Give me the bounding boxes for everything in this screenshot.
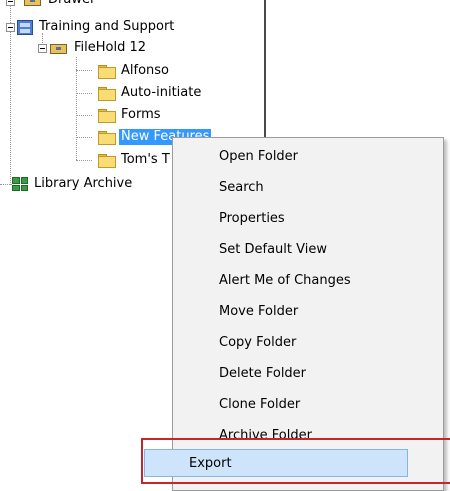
menu-item-label: Alert Me of Changes bbox=[219, 272, 351, 288]
tree-item-label: Drawer bbox=[46, 0, 97, 8]
drawer-icon bbox=[24, 0, 42, 7]
tree-item-label: Forms bbox=[121, 107, 161, 122]
menu-item-set-default-view[interactable]: Set Default View bbox=[175, 235, 437, 263]
collapse-toggle[interactable] bbox=[38, 44, 47, 53]
tree-item-label: Alfonso bbox=[121, 63, 170, 78]
menu-item-label: Move Folder bbox=[219, 303, 299, 319]
menu-item-move-folder[interactable]: Move Folder bbox=[175, 297, 437, 325]
expand-toggle[interactable] bbox=[6, 0, 15, 6]
menu-item-label: Properties bbox=[219, 210, 285, 226]
collapse-toggle[interactable] bbox=[6, 23, 15, 32]
tree-connector bbox=[76, 93, 92, 94]
tree-item-folder-alfonso[interactable]: Alfonso bbox=[98, 62, 171, 80]
drawer-icon bbox=[50, 41, 68, 55]
tree-item-training-and-support[interactable]: Training and Support bbox=[17, 18, 176, 36]
tree-item-library-archive[interactable]: Library Archive bbox=[12, 175, 134, 193]
folder-icon bbox=[98, 64, 116, 79]
tree-connector bbox=[0, 184, 12, 185]
menu-item-label: Copy Folder bbox=[219, 334, 297, 350]
menu-item-delete-folder[interactable]: Delete Folder bbox=[175, 359, 437, 387]
tree-item-label: FileHold 12 bbox=[74, 40, 147, 55]
folder-icon bbox=[98, 108, 116, 123]
tree-item-label: Library Archive bbox=[34, 176, 133, 191]
menu-item-copy-folder[interactable]: Copy Folder bbox=[175, 328, 437, 356]
tree-item-label: Training and Support bbox=[39, 19, 175, 34]
library-icon bbox=[12, 177, 28, 191]
tree-connector bbox=[76, 57, 77, 160]
cabinet-icon bbox=[17, 19, 33, 35]
tree-connector bbox=[76, 115, 92, 116]
menu-item-search[interactable]: Search bbox=[175, 173, 437, 201]
menu-item-label: Set Default View bbox=[219, 241, 327, 257]
tree-item-folder-auto-initiate[interactable]: Auto-initiate bbox=[98, 84, 203, 102]
tree-item-filehold-12[interactable]: FileHold 12 bbox=[50, 39, 148, 57]
tree-item-folder-toms[interactable]: Tom's T bbox=[98, 151, 172, 169]
tree-connector bbox=[76, 70, 92, 71]
menu-item-label: Delete Folder bbox=[219, 365, 307, 381]
menu-item-open-folder[interactable]: Open Folder bbox=[175, 142, 437, 170]
menu-item-label: Clone Folder bbox=[219, 396, 301, 412]
folder-icon bbox=[98, 153, 116, 168]
menu-item-properties[interactable]: Properties bbox=[175, 204, 437, 232]
folder-icon bbox=[98, 130, 116, 145]
tree-item-drawer[interactable]: Drawer bbox=[24, 0, 97, 9]
tree-item-folder-forms[interactable]: Forms bbox=[98, 106, 163, 124]
menu-item-label: Search bbox=[219, 179, 264, 195]
menu-item-label: Open Folder bbox=[219, 148, 299, 164]
menu-item-alert-me-of-changes[interactable]: Alert Me of Changes bbox=[175, 266, 437, 294]
tree-connector bbox=[76, 137, 92, 138]
tree-item-label: Auto-initiate bbox=[121, 85, 202, 100]
tree-item-label: Tom's T bbox=[121, 152, 170, 167]
folder-icon bbox=[98, 86, 116, 101]
tree-connector bbox=[76, 160, 92, 161]
highlight-annotation bbox=[141, 438, 450, 484]
menu-item-clone-folder[interactable]: Clone Folder bbox=[175, 390, 437, 418]
